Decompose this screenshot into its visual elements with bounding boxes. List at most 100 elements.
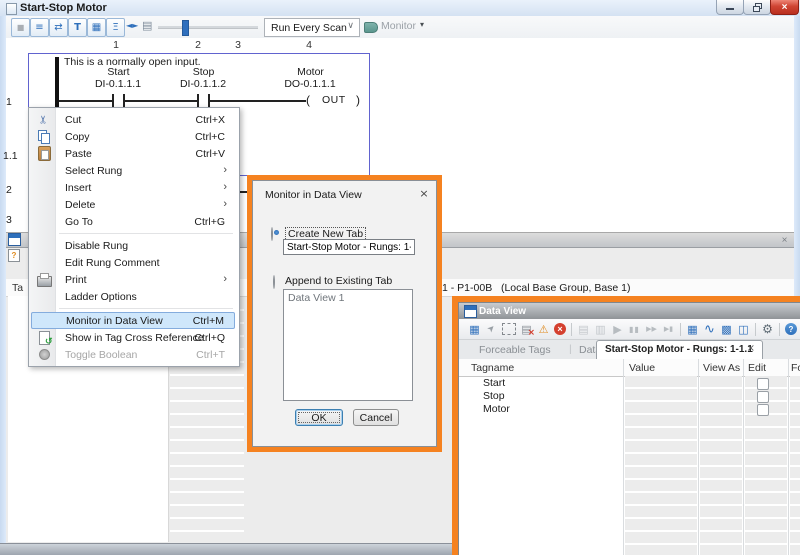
scan-mode-dropdown[interactable]: Run Every Scan ∨ <box>264 18 360 37</box>
square-icon[interactable]: ■ <box>11 18 30 37</box>
contact-address: DI-0.1.1.1 <box>94 78 142 90</box>
close-tab-icon[interactable]: × <box>747 344 755 354</box>
ok-button[interactable]: OK <box>295 409 343 426</box>
table-row-tagname[interactable]: Stop <box>483 390 505 402</box>
grid-view-icon[interactable]: ▦ <box>87 18 106 37</box>
column-ruler: 1 2 3 4 <box>6 38 794 53</box>
minimize-button[interactable] <box>716 0 744 15</box>
menu-item-toggle-boolean: Toggle Boolean Ctrl+T <box>31 346 235 363</box>
menu-item-insert[interactable]: Insert › <box>31 179 235 196</box>
data-view-tab-bar: Forceable Tags | Data View 1 Start-Stop … <box>459 340 800 360</box>
close-icon: × <box>781 1 788 13</box>
wire <box>59 100 112 102</box>
force-alarm-icon[interactable] <box>535 322 552 337</box>
pan-arrows-icon[interactable]: ◄► <box>126 22 138 30</box>
toggle-boolean-icon <box>35 347 53 362</box>
toolbar-separator <box>779 322 780 336</box>
edit-checkbox[interactable] <box>757 378 769 390</box>
monitor-button[interactable]: Monitor <box>381 20 416 32</box>
column-divider[interactable] <box>698 359 699 555</box>
edit-checkbox[interactable] <box>757 391 769 403</box>
column-header-value[interactable]: Value <box>629 362 655 374</box>
edit-checkbox[interactable] <box>757 404 769 416</box>
toolbar-separator <box>755 322 756 336</box>
menu-item-delete[interactable]: Delete › <box>31 196 235 213</box>
menu-item-edit-rung-comment[interactable]: Edit Rung Comment <box>31 254 235 271</box>
skip-to-end-icon[interactable] <box>660 322 677 337</box>
append-to-existing-tab-radio[interactable] <box>273 275 275 289</box>
application-window: Start-Stop Motor × ■ ≡ ⇄ T ▦ Ξ ◄► ▤ Run … <box>0 0 800 555</box>
fast-forward-icon[interactable] <box>643 322 660 337</box>
text-view-icon[interactable]: T <box>68 18 87 37</box>
zoom-slider-thumb[interactable] <box>182 20 189 36</box>
print-preview-icon[interactable]: ▤ <box>142 20 152 31</box>
existing-tabs-listbox[interactable]: Data View 1 <box>283 289 413 401</box>
help-icon[interactable]: ? <box>785 323 797 335</box>
monitor-dropdown-arrow-icon[interactable]: ▾ <box>420 21 424 29</box>
append-to-existing-tab-label[interactable]: Append to Existing Tab <box>285 275 392 287</box>
column-header-force[interactable]: Fo <box>791 362 800 374</box>
menu-item-disable-rung[interactable]: Disable Rung <box>31 237 235 254</box>
close-icon[interactable]: × <box>778 234 791 246</box>
table-row-tagname[interactable]: Start <box>483 377 505 389</box>
menu-item-print[interactable]: Print › <box>31 271 235 288</box>
list-item[interactable]: Data View 1 <box>288 292 344 304</box>
play-icon[interactable] <box>609 322 626 337</box>
tab-start-stop-motor-rungs[interactable]: Start-Stop Motor - Rungs: 1-1.1 × <box>596 340 763 359</box>
coil-close-paren: ) <box>356 93 360 107</box>
forceable-tags-icon[interactable]: ? <box>8 249 20 262</box>
column-header-view-as[interactable]: View As <box>703 362 740 374</box>
data-view-titlebar[interactable]: Data View <box>459 303 800 320</box>
menu-item-select-rung[interactable]: Select Rung › <box>31 162 235 179</box>
select-pointer-icon[interactable] <box>483 322 500 337</box>
write-edit-icon[interactable] <box>575 322 592 337</box>
column-divider[interactable] <box>743 359 744 555</box>
contact-start[interactable] <box>112 94 114 107</box>
column-divider[interactable] <box>788 359 789 555</box>
coil-out[interactable]: OUT <box>322 94 346 106</box>
minimize-icon <box>726 7 734 10</box>
delete-all-icon[interactable]: × <box>554 323 566 335</box>
new-tab-name-input[interactable] <box>283 239 415 255</box>
rung-comment-icon[interactable]: ≡ <box>30 18 49 37</box>
menu-item-copy[interactable]: Copy Ctrl+C <box>31 128 235 145</box>
cancel-button[interactable]: Cancel <box>353 409 399 426</box>
export-grid-icon[interactable] <box>735 322 752 337</box>
contact-stop[interactable] <box>197 94 199 107</box>
base-group-text: 1 - P1-00B (Local Base Group, Base 1) <box>442 282 631 294</box>
write-all-edits-icon[interactable] <box>592 322 609 337</box>
trend-view-icon[interactable] <box>701 322 718 337</box>
data-view-icon[interactable] <box>466 322 483 337</box>
table-row-t agname[interactable]: Motor <box>483 403 510 415</box>
column-divider[interactable] <box>623 359 624 555</box>
dense-grid-icon[interactable] <box>718 322 735 337</box>
menu-item-ladder-options[interactable]: Ladder Options <box>31 288 235 305</box>
zoom-slider-track[interactable] <box>158 26 258 29</box>
grid-view-icon[interactable] <box>684 322 701 337</box>
wire <box>125 100 197 102</box>
branch-icon[interactable]: ⇄ <box>49 18 68 37</box>
selection-box-icon[interactable] <box>502 323 516 335</box>
menu-item-cut[interactable]: ✂ Cut Ctrl+X <box>31 111 235 128</box>
coil-open-paren: ( <box>306 93 310 107</box>
remove-row-icon[interactable] <box>518 322 535 338</box>
menu-item-show-in-tag-cross-reference[interactable]: Show in Tag Cross Reference Ctrl+Q <box>31 329 235 347</box>
settings-gear-icon[interactable] <box>759 322 776 337</box>
menu-item-go-to[interactable]: Go To Ctrl+G <box>31 213 235 230</box>
restore-button[interactable] <box>743 0 771 15</box>
menu-separator <box>59 233 233 234</box>
create-new-tab-radio[interactable] <box>271 227 273 241</box>
column-header-tagname[interactable]: Tagname <box>471 362 514 374</box>
close-button[interactable]: × <box>770 0 799 15</box>
column-header-edit[interactable]: Edit <box>748 362 766 374</box>
menu-item-paste[interactable]: Paste Ctrl+V <box>31 145 235 162</box>
rung-view-icon[interactable]: Ξ <box>106 18 125 37</box>
pause-icon[interactable] <box>626 322 643 337</box>
data-view-table: Tagname Value View As Edit Fo Start Stop… <box>459 359 800 555</box>
menu-item-monitor-in-data-view[interactable]: Monitor in Data View Ctrl+M <box>31 312 235 329</box>
data-view-highlight-border: Data View × <box>452 296 800 555</box>
tab-forceable-tags[interactable]: Forceable Tags <box>479 344 551 356</box>
close-icon[interactable]: × <box>417 186 431 200</box>
view-as-column-cells <box>700 376 742 555</box>
contact-address: DI-0.1.1.2 <box>179 78 227 90</box>
